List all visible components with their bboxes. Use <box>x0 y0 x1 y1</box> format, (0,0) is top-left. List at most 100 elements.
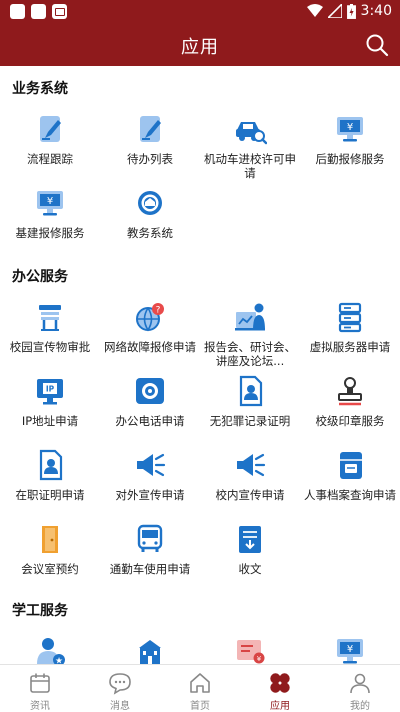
svg-text:¥: ¥ <box>347 644 353 655</box>
app-item[interactable]: 对外宣传申请 <box>100 448 200 502</box>
app-item-label: 收文 <box>238 562 262 576</box>
app-item[interactable]: ¥ <box>300 634 400 664</box>
app-item-label: IP地址申请 <box>21 414 79 428</box>
person-icon <box>348 671 372 695</box>
app-item[interactable] <box>100 634 200 664</box>
car-search-icon <box>233 112 268 146</box>
apps-content[interactable]: 业务系统流程跟踪 待办列表 机动车进校许可申请 ¥ 后勤报修服务 ¥ 基建报修服务 教务系统办… <box>0 66 400 664</box>
app-item-label: 对外宣传申请 <box>115 488 185 502</box>
app-item-label: 办公电话申请 <box>115 414 185 428</box>
server-icon <box>333 300 367 334</box>
app-item[interactable]: IP IP地址申请 <box>0 374 100 428</box>
app-item[interactable]: ? 网络故障报修申请 <box>100 300 200 354</box>
monitor-yen-icon: ¥ <box>333 112 367 146</box>
app-item-label: 待办列表 <box>127 152 173 166</box>
apps-icon <box>268 671 292 695</box>
section-title: 学工服务 <box>12 603 68 619</box>
wifi-icon <box>306 4 323 17</box>
status-time: 3:40 <box>360 3 392 19</box>
svg-text:?: ? <box>156 306 161 316</box>
app-item-label: 教务系统 <box>127 226 173 240</box>
app-item[interactable]: 人事档案查询申请 <box>300 448 400 502</box>
pen-document-icon <box>133 112 167 146</box>
billboard-icon <box>33 300 67 334</box>
monitor-yen-icon: ¥ <box>33 186 67 220</box>
app-item[interactable]: 虚拟服务器申请 <box>300 300 400 354</box>
app-item-label: 会议室预约 <box>21 562 79 576</box>
chat-bubble-icon <box>108 671 132 695</box>
app-item[interactable]: 会议室预约 <box>0 522 100 576</box>
app-item[interactable]: 报告会、研讨会、讲座及论坛... <box>200 300 300 368</box>
app-item-label: 基建报修服务 <box>15 226 85 240</box>
app-item-label: 虚拟服务器申请 <box>309 340 391 354</box>
app-item[interactable]: 机动车进校许可申请 <box>200 112 300 180</box>
app-item[interactable]: 校内宣传申请 <box>200 448 300 502</box>
app-item-label: 校级印章服务 <box>315 414 385 428</box>
svg-text:¥: ¥ <box>257 655 262 663</box>
app-item-label: 校内宣传申请 <box>215 488 285 502</box>
app-item[interactable]: ★ <box>0 634 100 664</box>
bus-icon <box>133 522 167 556</box>
svg-text:¥: ¥ <box>347 122 353 133</box>
app-item-label: 网络故障报修申请 <box>104 340 196 354</box>
svg-text:¥: ¥ <box>47 196 53 207</box>
section-title: 业务系统 <box>12 81 68 97</box>
signal-icon <box>327 4 342 18</box>
tab-label: 我的 <box>350 701 370 712</box>
app-item[interactable]: 无犯罪记录证明 <box>200 374 300 428</box>
tab-label: 消息 <box>110 701 130 712</box>
school-building-icon <box>133 634 167 664</box>
app-item[interactable]: 教务系统 <box>100 186 200 240</box>
tab-apps[interactable]: 应用 <box>240 665 320 712</box>
tab-person[interactable]: 我的 <box>320 665 400 712</box>
notification-icon <box>31 4 46 19</box>
app-item[interactable]: 收文 <box>200 522 300 576</box>
globe-alert-icon: ? <box>133 300 167 334</box>
search-icon[interactable] <box>364 32 390 58</box>
app-item-label: 机动车进校许可申请 <box>204 152 296 180</box>
app-item[interactable]: 通勤车使用申请 <box>100 522 200 576</box>
door-icon <box>33 522 67 556</box>
certificate-icon: ¥ <box>233 634 267 664</box>
svg-text:★: ★ <box>55 657 63 665</box>
stamp-icon <box>333 374 367 408</box>
page-title: 应用 <box>181 37 219 58</box>
app-item-label: 在职证明申请 <box>15 488 85 502</box>
app-item-label: 报告会、研讨会、讲座及论坛... <box>204 340 296 368</box>
person-document-icon <box>233 374 267 408</box>
tab-label: 首页 <box>190 701 210 712</box>
app-item[interactable]: ¥ 后勤报修服务 <box>300 112 400 166</box>
app-item-label: 校园宣传物审批 <box>9 340 91 354</box>
app-item[interactable]: 流程跟踪 <box>0 112 100 166</box>
monitor-yen-icon: ¥ <box>333 634 367 664</box>
app-item[interactable]: ¥ <box>200 634 300 664</box>
tab-chat-bubble[interactable]: 消息 <box>80 665 160 712</box>
app-item[interactable]: 校园宣传物审批 <box>0 300 100 354</box>
ip-monitor-icon: IP <box>33 374 67 408</box>
app-item-label: 流程跟踪 <box>27 152 73 166</box>
emblem-icon <box>133 186 167 220</box>
section-title: 办公服务 <box>12 269 68 285</box>
screenshot-icon <box>52 4 67 19</box>
person-star-icon: ★ <box>33 634 67 664</box>
person-document-icon <box>33 448 67 482</box>
tab-label: 资讯 <box>30 701 50 712</box>
calendar-icon <box>28 671 52 695</box>
app-item-label: 无犯罪记录证明 <box>209 414 291 428</box>
battery-icon <box>346 3 356 19</box>
app-item-label: 人事档案查询申请 <box>304 488 396 502</box>
app-item[interactable]: 在职证明申请 <box>0 448 100 502</box>
svg-text:IP: IP <box>46 385 55 394</box>
telephone-icon <box>133 374 167 408</box>
pen-document-icon <box>33 112 67 146</box>
tab-home[interactable]: 首页 <box>160 665 240 712</box>
bottom-tab-bar: 资讯 消息 首页 应用 我的 <box>0 664 400 712</box>
app-item[interactable]: 待办列表 <box>100 112 200 166</box>
megaphone-icon <box>133 448 167 482</box>
presenter-icon <box>233 300 267 334</box>
app-item[interactable]: 办公电话申请 <box>100 374 200 428</box>
app-item[interactable]: ¥ 基建报修服务 <box>0 186 100 240</box>
app-item-label: 后勤报修服务 <box>315 152 385 166</box>
app-item[interactable]: 校级印章服务 <box>300 374 400 428</box>
tab-calendar[interactable]: 资讯 <box>0 665 80 712</box>
